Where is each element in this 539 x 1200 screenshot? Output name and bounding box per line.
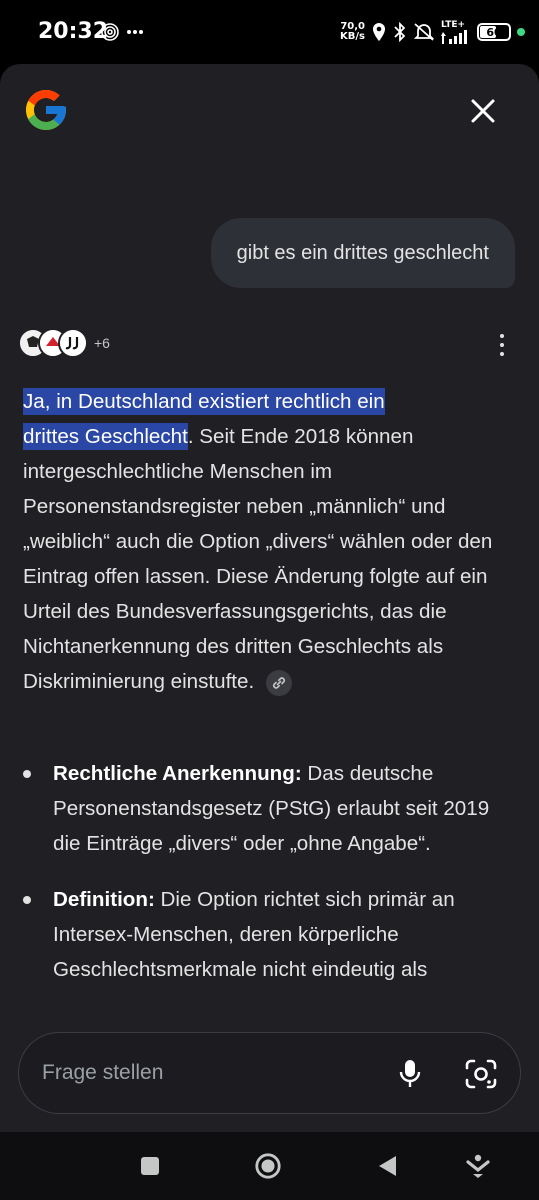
bullet-icon bbox=[23, 770, 31, 778]
more-notifications-icon bbox=[127, 30, 143, 34]
chevron-down-icon bbox=[466, 1154, 490, 1178]
answer-paragraph: Ja, in Deutschland existiert rechtlich e… bbox=[23, 384, 519, 699]
location-icon bbox=[373, 23, 385, 41]
source-favicon-icon bbox=[60, 330, 86, 356]
network-type: LTE+ bbox=[441, 19, 466, 30]
assistant-button[interactable] bbox=[464, 1152, 492, 1180]
status-right: 70,0 KB/s LTE+ 60 bbox=[340, 18, 525, 46]
bullet-icon bbox=[23, 896, 31, 904]
recents-button[interactable] bbox=[136, 1152, 164, 1180]
status-notification-icons bbox=[100, 22, 144, 42]
bullet-title: Rechtliche Anerkennung: bbox=[53, 762, 302, 785]
more-options-button[interactable] bbox=[494, 332, 510, 358]
home-icon bbox=[255, 1153, 281, 1179]
ask-input-placeholder[interactable]: Frage stellen bbox=[42, 1061, 163, 1085]
privacy-indicator-dot bbox=[517, 28, 525, 36]
answer-highlight: Ja, in Deutschland existiert rechtlich e… bbox=[23, 388, 385, 415]
more-vert-icon bbox=[500, 334, 504, 339]
user-message-text: gibt es ein drittes geschlecht bbox=[236, 241, 489, 264]
system-nav-bar bbox=[0, 1132, 539, 1200]
battery-indicator: 60 bbox=[477, 23, 511, 41]
sources-row[interactable]: +6 bbox=[18, 328, 110, 358]
back-button[interactable] bbox=[374, 1152, 402, 1180]
mic-icon bbox=[399, 1060, 421, 1087]
user-message-bubble: gibt es ein drittes geschlecht bbox=[210, 218, 515, 288]
back-icon bbox=[379, 1156, 396, 1176]
link-icon bbox=[272, 676, 285, 689]
bluetooth-icon bbox=[394, 22, 406, 42]
network-speed: 70,0 KB/s bbox=[340, 22, 365, 42]
battery-level: 60 bbox=[486, 25, 502, 39]
mute-icon bbox=[413, 23, 435, 41]
close-button[interactable] bbox=[466, 94, 500, 128]
source-avatar[interactable] bbox=[58, 328, 88, 358]
close-icon bbox=[471, 99, 495, 123]
home-button[interactable] bbox=[254, 1152, 282, 1180]
status-time: 20:32 bbox=[38, 19, 109, 44]
cellular-signal: LTE+ bbox=[441, 19, 471, 44]
answer-highlight-cont: drittes Geschlecht bbox=[23, 423, 188, 450]
sources-more-count: +6 bbox=[94, 335, 110, 351]
google-lens-icon bbox=[465, 1059, 497, 1089]
status-bar: 20:32 70,0 KB/s LTE+ 60 bbox=[0, 0, 539, 64]
list-item: Rechtliche Anerkennung: Das deutsche Per… bbox=[23, 756, 519, 861]
lens-button[interactable] bbox=[463, 1057, 499, 1091]
google-g-logo bbox=[26, 90, 66, 130]
answer-body: . Seit Ende 2018 können intergeschlechtl… bbox=[23, 425, 493, 693]
list-item: Definition: Die Option richtet sich prim… bbox=[23, 882, 519, 987]
answer-bullet-list: Rechtliche Anerkennung: Das deutsche Per… bbox=[23, 756, 519, 1008]
mic-button[interactable] bbox=[393, 1057, 427, 1091]
assistant-sheet: gibt es ein drittes geschlecht +6 Ja, in bbox=[0, 64, 539, 1132]
fingerprint-icon bbox=[101, 23, 119, 41]
bullet-title: Definition: bbox=[53, 888, 155, 911]
signal-icon bbox=[441, 29, 467, 44]
ask-input-bar[interactable]: Frage stellen bbox=[18, 1032, 521, 1114]
recents-icon bbox=[141, 1157, 159, 1175]
source-link-button[interactable] bbox=[265, 669, 292, 696]
network-speed-unit: KB/s bbox=[340, 31, 365, 42]
